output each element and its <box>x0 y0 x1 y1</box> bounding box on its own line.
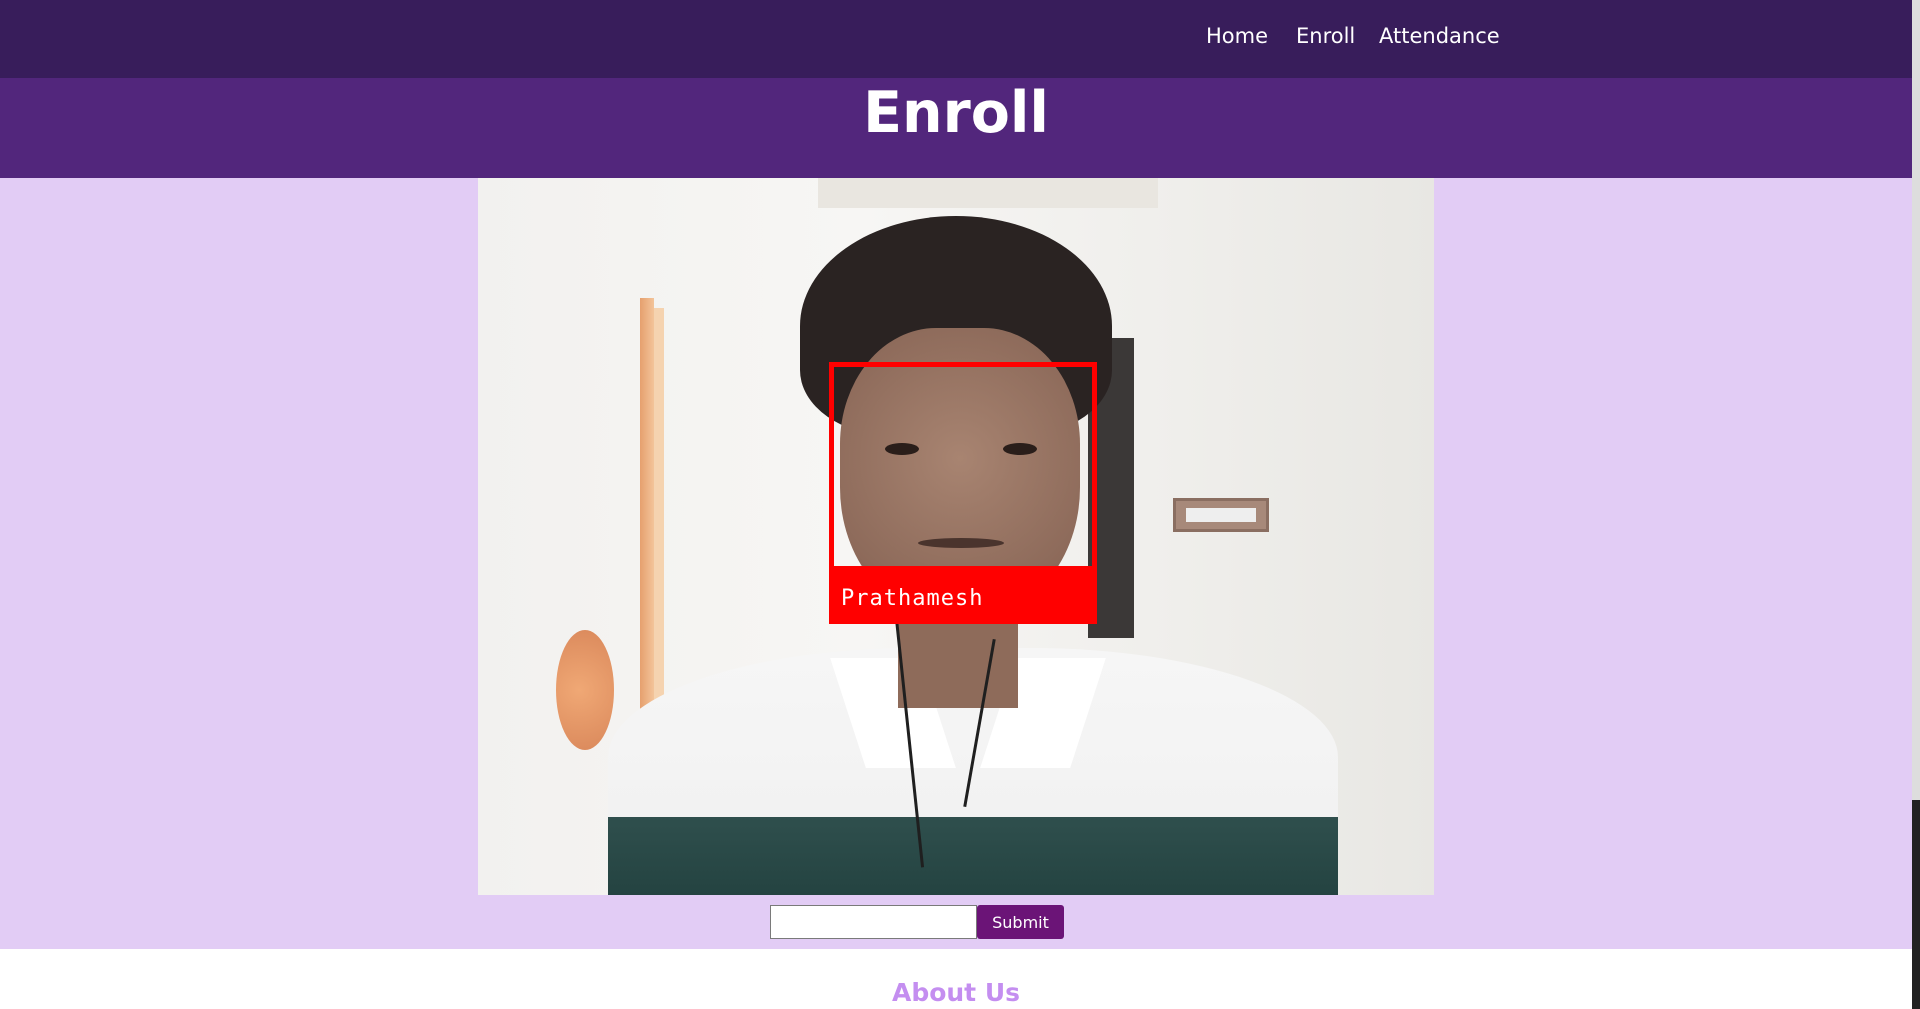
nav-link-home[interactable]: Home <box>1206 24 1268 48</box>
webcam-feed: Prathamesh <box>478 178 1434 895</box>
page-title: Enroll <box>863 80 1049 146</box>
nav-link-enroll[interactable]: Enroll <box>1296 24 1355 48</box>
scrollbar-thumb[interactable] <box>1912 800 1920 1009</box>
wall-object <box>556 630 614 750</box>
switch-plate <box>1186 508 1256 522</box>
top-navbar: Home Enroll Attendance <box>0 0 1912 78</box>
nav-link-attendance[interactable]: Attendance <box>1379 24 1500 48</box>
detected-name-label: Prathamesh <box>841 586 984 611</box>
name-input[interactable] <box>770 905 977 939</box>
submit-button[interactable]: Submit <box>977 905 1064 939</box>
ceiling-detail <box>818 178 1158 208</box>
about-us-heading: About Us <box>891 978 1021 1007</box>
wall-switch <box>1173 498 1269 532</box>
